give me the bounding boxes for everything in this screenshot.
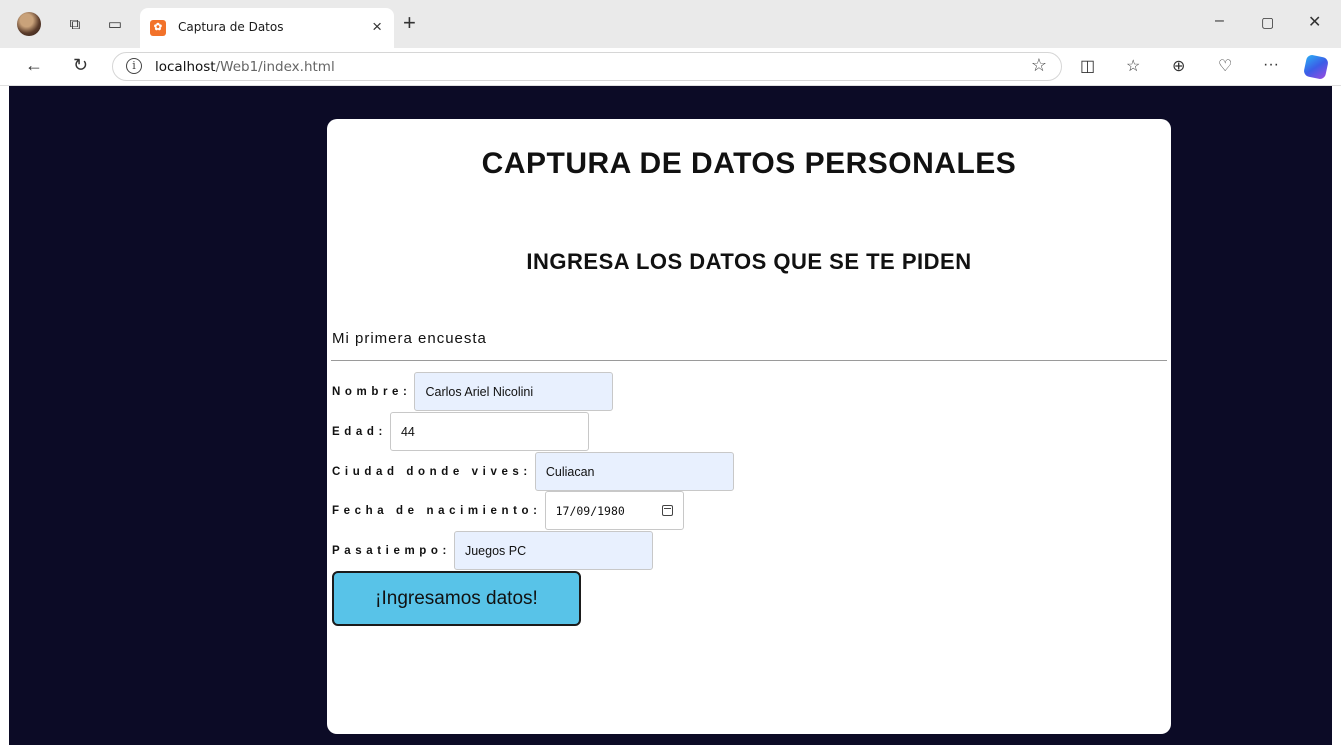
collections-icon[interactable]: ⊕ (1172, 56, 1185, 76)
pasatiempo-row: Pasatiempo: Juegos PC (332, 531, 653, 570)
submit-button[interactable]: ¡Ingresamos datos! (332, 571, 581, 626)
fecha-row: Fecha de nacimiento: 17/09/1980 (332, 491, 684, 530)
pasatiempo-label: Pasatiempo: (332, 544, 451, 557)
site-info-icon[interactable]: i (126, 58, 142, 74)
profile-avatar[interactable] (17, 12, 41, 36)
edad-label: Edad: (332, 425, 387, 438)
address-toolbar: ← ↻ i localhost/Web1/index.html ☆ ◫ ☆ ⊕ … (0, 48, 1341, 86)
close-window-button[interactable]: ✕ (1308, 12, 1321, 32)
browser-tab[interactable]: ✿ Captura de Datos × (140, 8, 394, 48)
minimize-button[interactable]: – (1215, 12, 1224, 30)
fecha-label: Fecha de nacimiento: (332, 504, 542, 517)
url-text[interactable]: localhost/Web1/index.html (155, 59, 335, 75)
favorite-star-icon[interactable]: ☆ (1031, 55, 1047, 76)
tab-close-button[interactable]: × (372, 17, 382, 37)
page-viewport: CAPTURA DE DATOS PERSONALES INGRESA LOS … (9, 86, 1332, 745)
refresh-icon[interactable]: ↻ (73, 55, 88, 76)
more-menu-icon[interactable]: ··· (1263, 56, 1279, 74)
ciudad-row: Ciudad donde vives: Culiacan (332, 452, 734, 491)
copilot-icon[interactable] (1302, 53, 1330, 81)
favorites-icon[interactable]: ☆ (1126, 56, 1140, 76)
calendar-icon[interactable] (661, 505, 673, 516)
pasatiempo-input[interactable]: Juegos PC (453, 531, 653, 570)
nombre-row: Nombre: Carlos Ariel Nicolini (332, 372, 614, 411)
tab-title: Captura de Datos (178, 20, 284, 34)
fecha-value: 17/09/1980 (555, 503, 625, 518)
new-tab-button[interactable]: + (403, 10, 416, 36)
nombre-label: Nombre: (332, 385, 412, 398)
address-bar[interactable]: i localhost/Web1/index.html ☆ (112, 52, 1062, 81)
split-screen-icon[interactable]: ◫ (1080, 56, 1095, 76)
tab-strip: ⧉ ▭ ✿ Captura de Datos × + – ▢ ✕ (0, 0, 1341, 48)
form-card: CAPTURA DE DATOS PERSONALES INGRESA LOS … (327, 119, 1171, 734)
ciudad-label: Ciudad donde vives: (332, 465, 532, 478)
url-host: localhost (155, 59, 216, 75)
url-path: /Web1/index.html (215, 59, 335, 75)
restore-button[interactable]: ▢ (1261, 14, 1274, 31)
tab-actions-icon[interactable]: ▭ (104, 13, 126, 35)
divider (331, 360, 1167, 361)
page-title: CAPTURA DE DATOS PERSONALES (481, 147, 1017, 180)
page-subtitle: INGRESA LOS DATOS QUE SE TE PIDEN (526, 249, 972, 274)
favicon-icon: ✿ (150, 20, 166, 36)
browser-essentials-icon[interactable]: ♡ (1218, 56, 1232, 76)
edad-row: Edad: 44 (332, 412, 589, 451)
nombre-input[interactable]: Carlos Ariel Nicolini (414, 372, 614, 411)
survey-legend: Mi primera encuesta (332, 330, 487, 347)
edad-input[interactable]: 44 (389, 412, 589, 451)
fecha-date-input[interactable]: 17/09/1980 (544, 491, 684, 530)
ciudad-input[interactable]: Culiacan (534, 452, 734, 491)
workspaces-icon[interactable]: ⧉ (64, 13, 86, 35)
back-arrow-icon[interactable]: ← (25, 55, 43, 76)
